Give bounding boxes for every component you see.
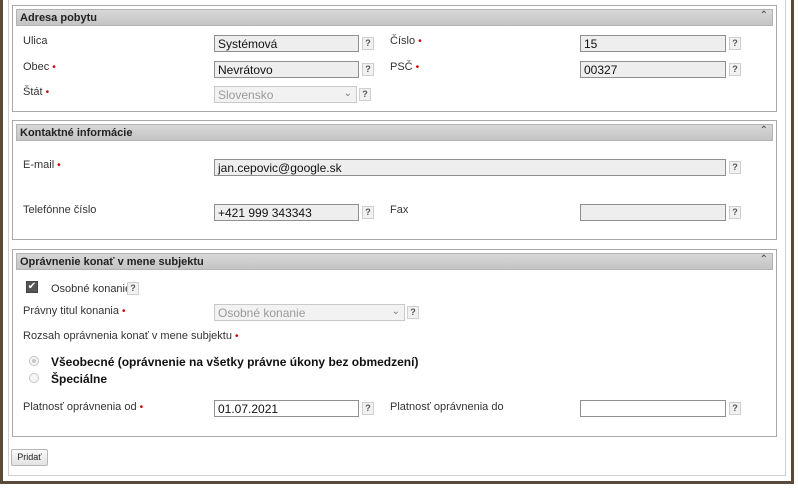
scope-special-label: Špeciálne <box>51 372 108 386</box>
chevron-down-icon: ⌄ <box>391 306 400 317</box>
section-title: Adresa pobytu <box>20 12 98 24</box>
scope-general-radio[interactable] <box>29 356 39 366</box>
section-title: Kontaktné informácie <box>20 127 133 139</box>
required-marker: • <box>122 306 126 317</box>
country-select-value: Slovensko <box>218 88 274 102</box>
country-label: Štát • <box>23 86 49 98</box>
scope-special-radio[interactable] <box>29 373 39 383</box>
email-input[interactable]: jan.cepovic@google.sk <box>214 159 726 176</box>
street-label: Ulica <box>23 35 48 47</box>
chevron-down-icon: ⌄ <box>343 88 352 99</box>
city-label: Obec • <box>23 61 56 73</box>
valid-from-label-text: Platnosť oprávnenia od <box>23 401 137 413</box>
valid-to-input[interactable] <box>580 400 726 417</box>
contact-section: Kontaktné informácie ⌃ E-mail • jan.cepov… <box>12 120 777 240</box>
street-help-icon[interactable]: ? <box>362 37 374 50</box>
phone-help-icon[interactable]: ? <box>362 206 374 219</box>
required-marker: • <box>57 160 61 171</box>
number-input[interactable]: 15 <box>580 35 726 52</box>
fax-input[interactable] <box>580 204 726 221</box>
legal-title-select[interactable]: Osobné konanie ⌄ <box>214 304 405 321</box>
country-select[interactable]: Slovensko ⌄ <box>214 86 357 103</box>
valid-from-help-icon[interactable]: ? <box>362 402 374 415</box>
city-label-text: Obec <box>23 61 50 73</box>
address-section: Adresa pobytu ⌃ Ulica Systémová ? Číslo •… <box>12 5 777 112</box>
fax-label: Fax <box>390 204 409 216</box>
valid-to-label: Platnosť oprávnenia do <box>390 401 504 413</box>
valid-to-help-icon[interactable]: ? <box>729 402 741 415</box>
required-marker: • <box>139 402 144 413</box>
phone-label: Telefónne číslo <box>23 204 97 216</box>
street-input[interactable]: Systémová <box>214 35 359 52</box>
zip-label: PSČ • <box>390 61 419 73</box>
address-section-header[interactable]: Adresa pobytu ⌃ <box>16 9 773 26</box>
legal-title-label: Právny titul konania • <box>23 305 126 317</box>
required-marker: • <box>45 87 50 98</box>
required-marker: • <box>415 62 420 73</box>
scope-label-text: Rozsah oprávnenia konať v mene subjektu <box>23 330 232 342</box>
required-marker: • <box>52 62 56 73</box>
country-label-text: Štát <box>23 86 43 98</box>
fax-help-icon[interactable]: ? <box>729 206 741 219</box>
authorization-section: Oprávnenie konať v mene subjektu ⌃ ✔ Oso… <box>12 249 777 437</box>
scope-label: Rozsah oprávnenia konať v mene subjektu • <box>23 330 239 342</box>
zip-input[interactable]: 00327 <box>580 61 726 78</box>
valid-from-label: Platnosť oprávnenia od • <box>23 401 143 413</box>
section-title: Oprávnenie konať v mene subjektu <box>20 256 204 268</box>
email-help-icon[interactable]: ? <box>729 161 741 174</box>
email-label-text: E-mail <box>23 159 55 171</box>
scope-general-label: Všeobecné (oprávnenie na všetky právne ú… <box>51 355 419 369</box>
country-help-icon[interactable]: ? <box>359 88 371 101</box>
personal-action-label: Osobné konanie <box>51 283 132 295</box>
number-help-icon[interactable]: ? <box>729 37 741 50</box>
contact-section-header[interactable]: Kontaktné informácie ⌃ <box>16 124 773 141</box>
required-marker: • <box>234 331 239 342</box>
collapse-icon[interactable]: ⌃ <box>760 125 768 136</box>
required-marker: • <box>418 36 422 47</box>
city-input[interactable]: Nevrátovo <box>214 61 359 78</box>
legal-title-select-value: Osobné konanie <box>218 306 306 320</box>
collapse-icon[interactable]: ⌃ <box>760 10 768 21</box>
number-label-text: Číslo <box>390 35 416 47</box>
number-label: Číslo • <box>390 35 422 47</box>
valid-from-input[interactable]: 01.07.2021 <box>214 400 359 417</box>
phone-input[interactable]: +421 999 343343 <box>214 204 359 221</box>
city-help-icon[interactable]: ? <box>362 63 374 76</box>
legal-title-label-text: Právny titul konania <box>23 305 119 317</box>
zip-help-icon[interactable]: ? <box>729 63 741 76</box>
legal-title-help-icon[interactable]: ? <box>407 306 419 319</box>
add-button[interactable]: Pridať <box>11 449 48 466</box>
authorization-section-header[interactable]: Oprávnenie konať v mene subjektu ⌃ <box>16 253 773 270</box>
personal-action-help-icon[interactable]: ? <box>127 282 139 295</box>
personal-action-checkbox[interactable]: ✔ <box>26 281 38 293</box>
collapse-icon[interactable]: ⌃ <box>760 254 768 265</box>
zip-label-text: PSČ <box>390 61 413 73</box>
email-label: E-mail • <box>23 159 61 171</box>
